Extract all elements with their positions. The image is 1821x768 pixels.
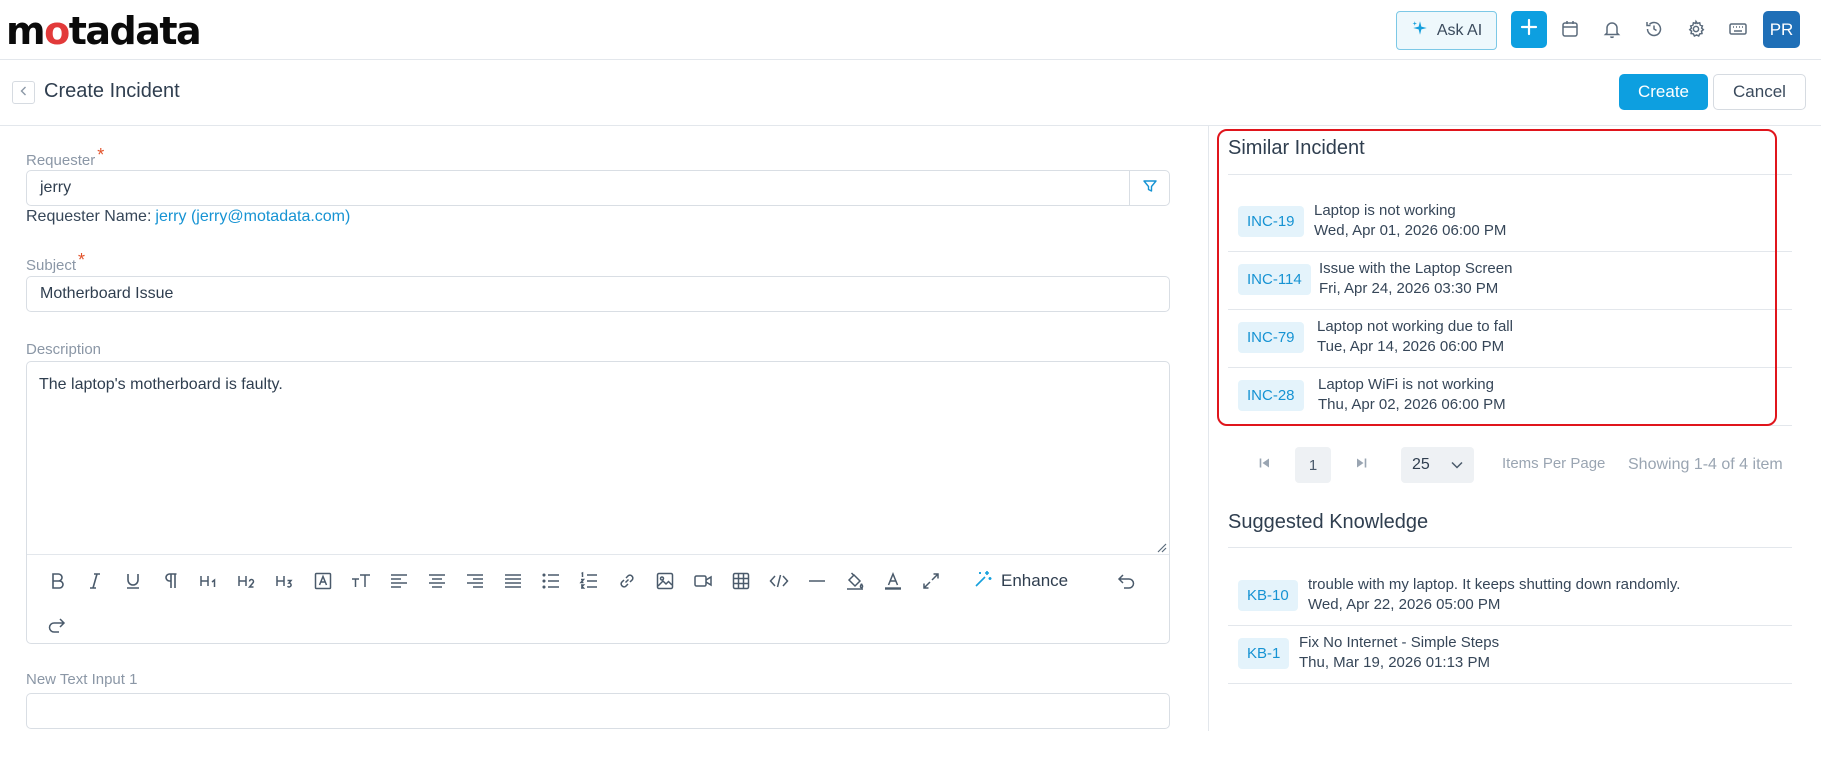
align-left-icon[interactable] (385, 567, 413, 595)
text-color-icon[interactable] (879, 567, 907, 595)
last-page-icon (1354, 456, 1368, 475)
calendar-icon[interactable] (1558, 17, 1582, 41)
ask-ai-label: Ask AI (1436, 21, 1483, 39)
cancel-button[interactable]: Cancel (1713, 74, 1806, 110)
requester-name-line: Requester Name: jerry (jerry@motadata.com… (26, 208, 350, 226)
subject-value: Motherboard Issue (40, 285, 174, 302)
description-text[interactable]: The laptop's motherboard is faulty. (39, 376, 283, 394)
fullscreen-icon[interactable] (917, 567, 945, 595)
enhance-label: Enhance (1001, 571, 1069, 590)
editor-toolbar: Enhance (27, 554, 1169, 643)
required-mark: * (97, 145, 105, 165)
kb-title[interactable]: Fix No Internet - Simple Steps (1299, 634, 1499, 651)
description-label: Description (26, 341, 102, 358)
redo-icon[interactable] (43, 611, 71, 639)
new-text-input-label: New Text Input 1 (26, 671, 138, 688)
horizontal-rule-icon[interactable] (803, 567, 831, 595)
requester-label: Requester * (26, 145, 104, 170)
logo-text-o: o (44, 9, 70, 53)
resize-grip-icon[interactable] (1155, 540, 1167, 553)
kb-date: Wed, Apr 22, 2026 05:00 PM (1308, 596, 1501, 613)
video-icon[interactable] (689, 567, 717, 595)
subject-input[interactable]: Motherboard Issue (26, 276, 1170, 312)
logo-text-part: m (6, 9, 46, 53)
bold-icon[interactable] (43, 567, 71, 595)
plus-icon (1519, 17, 1539, 42)
top-navbar: motadata Ask AI PR (0, 0, 1821, 60)
ask-ai-button[interactable]: Ask AI (1396, 11, 1497, 50)
requester-label-text: Requester (26, 152, 96, 169)
kb-title[interactable]: trouble with my laptop. It keeps shuttin… (1308, 576, 1680, 593)
chevron-down-icon (1450, 458, 1464, 477)
align-center-icon[interactable] (423, 567, 451, 595)
kb-id-badge[interactable]: KB-1 (1238, 638, 1290, 669)
fill-color-icon[interactable] (841, 567, 869, 595)
required-mark: * (78, 250, 86, 270)
table-icon[interactable] (727, 567, 755, 595)
kb-date: Thu, Mar 19, 2026 01:13 PM (1299, 654, 1490, 671)
first-page-icon (1258, 456, 1272, 475)
heading-1-icon[interactable] (195, 567, 223, 595)
per-page-value: 25 (1412, 456, 1430, 473)
subject-label-text: Subject (26, 257, 77, 274)
chevron-left-icon (18, 84, 30, 102)
image-icon[interactable] (651, 567, 679, 595)
kb-id-badge[interactable]: KB-10 (1238, 580, 1298, 611)
history-icon[interactable] (1642, 17, 1666, 41)
new-text-input[interactable] (26, 693, 1170, 729)
font-size-icon[interactable] (347, 567, 375, 595)
first-page-button[interactable] (1253, 447, 1277, 483)
requester-name-link[interactable]: jerry (jerry@motadata.com) (155, 208, 350, 225)
heading-2-icon[interactable] (233, 567, 261, 595)
numbered-list-icon[interactable] (575, 567, 603, 595)
page-header: Create Incident Create Cancel (0, 60, 1821, 126)
last-page-button[interactable] (1349, 447, 1373, 483)
items-per-page-label: Items Per Page (1502, 455, 1606, 472)
paragraph-icon[interactable] (157, 567, 185, 595)
align-justify-icon[interactable] (499, 567, 527, 595)
add-new-button[interactable] (1511, 11, 1547, 48)
subject-label: Subject * (26, 250, 85, 275)
similar-incident-highlight (1217, 129, 1777, 426)
suggested-knowledge-title: Suggested Knowledge (1228, 511, 1429, 533)
magic-wand-icon (973, 569, 993, 594)
current-page[interactable]: 1 (1295, 447, 1331, 483)
enhance-button[interactable]: Enhance (973, 567, 1068, 595)
font-box-icon[interactable] (309, 567, 337, 595)
code-icon[interactable] (765, 567, 793, 595)
items-per-page-select[interactable]: 25 (1401, 447, 1474, 483)
heading-3-icon[interactable] (271, 567, 299, 595)
description-editor[interactable]: The laptop's motherboard is faulty. Enha… (26, 361, 1170, 644)
requester-input[interactable]: jerry (26, 170, 1170, 206)
requester-name-label: Requester Name: (26, 208, 152, 225)
back-button[interactable] (12, 81, 35, 104)
user-avatar[interactable]: PR (1763, 11, 1800, 48)
motadata-logo[interactable]: motadata (6, 8, 202, 54)
underline-icon[interactable] (119, 567, 147, 595)
gear-icon[interactable] (1684, 17, 1708, 41)
link-icon[interactable] (613, 567, 641, 595)
italic-icon[interactable] (81, 567, 109, 595)
requester-filter-button[interactable] (1129, 170, 1170, 206)
bullet-list-icon[interactable] (537, 567, 565, 595)
logo-text-part: tadata (68, 9, 202, 53)
align-right-icon[interactable] (461, 567, 489, 595)
bell-icon[interactable] (1600, 17, 1624, 41)
sparkle-icon (1411, 19, 1429, 42)
keyboard-icon[interactable] (1726, 17, 1750, 41)
knowledge-row[interactable]: KB-1 Fix No Internet - Simple Steps Thu,… (1228, 626, 1792, 684)
filter-icon (1142, 178, 1158, 199)
divider (1228, 547, 1792, 548)
panel-divider (1208, 126, 1209, 731)
showing-count: Showing 1-4 of 4 item (1628, 456, 1783, 473)
knowledge-row[interactable]: KB-10 trouble with my laptop. It keeps s… (1228, 568, 1792, 626)
undo-icon[interactable] (1112, 567, 1140, 595)
page-title: Create Incident (44, 80, 180, 102)
create-button[interactable]: Create (1619, 74, 1708, 110)
requester-value: jerry (40, 179, 72, 196)
